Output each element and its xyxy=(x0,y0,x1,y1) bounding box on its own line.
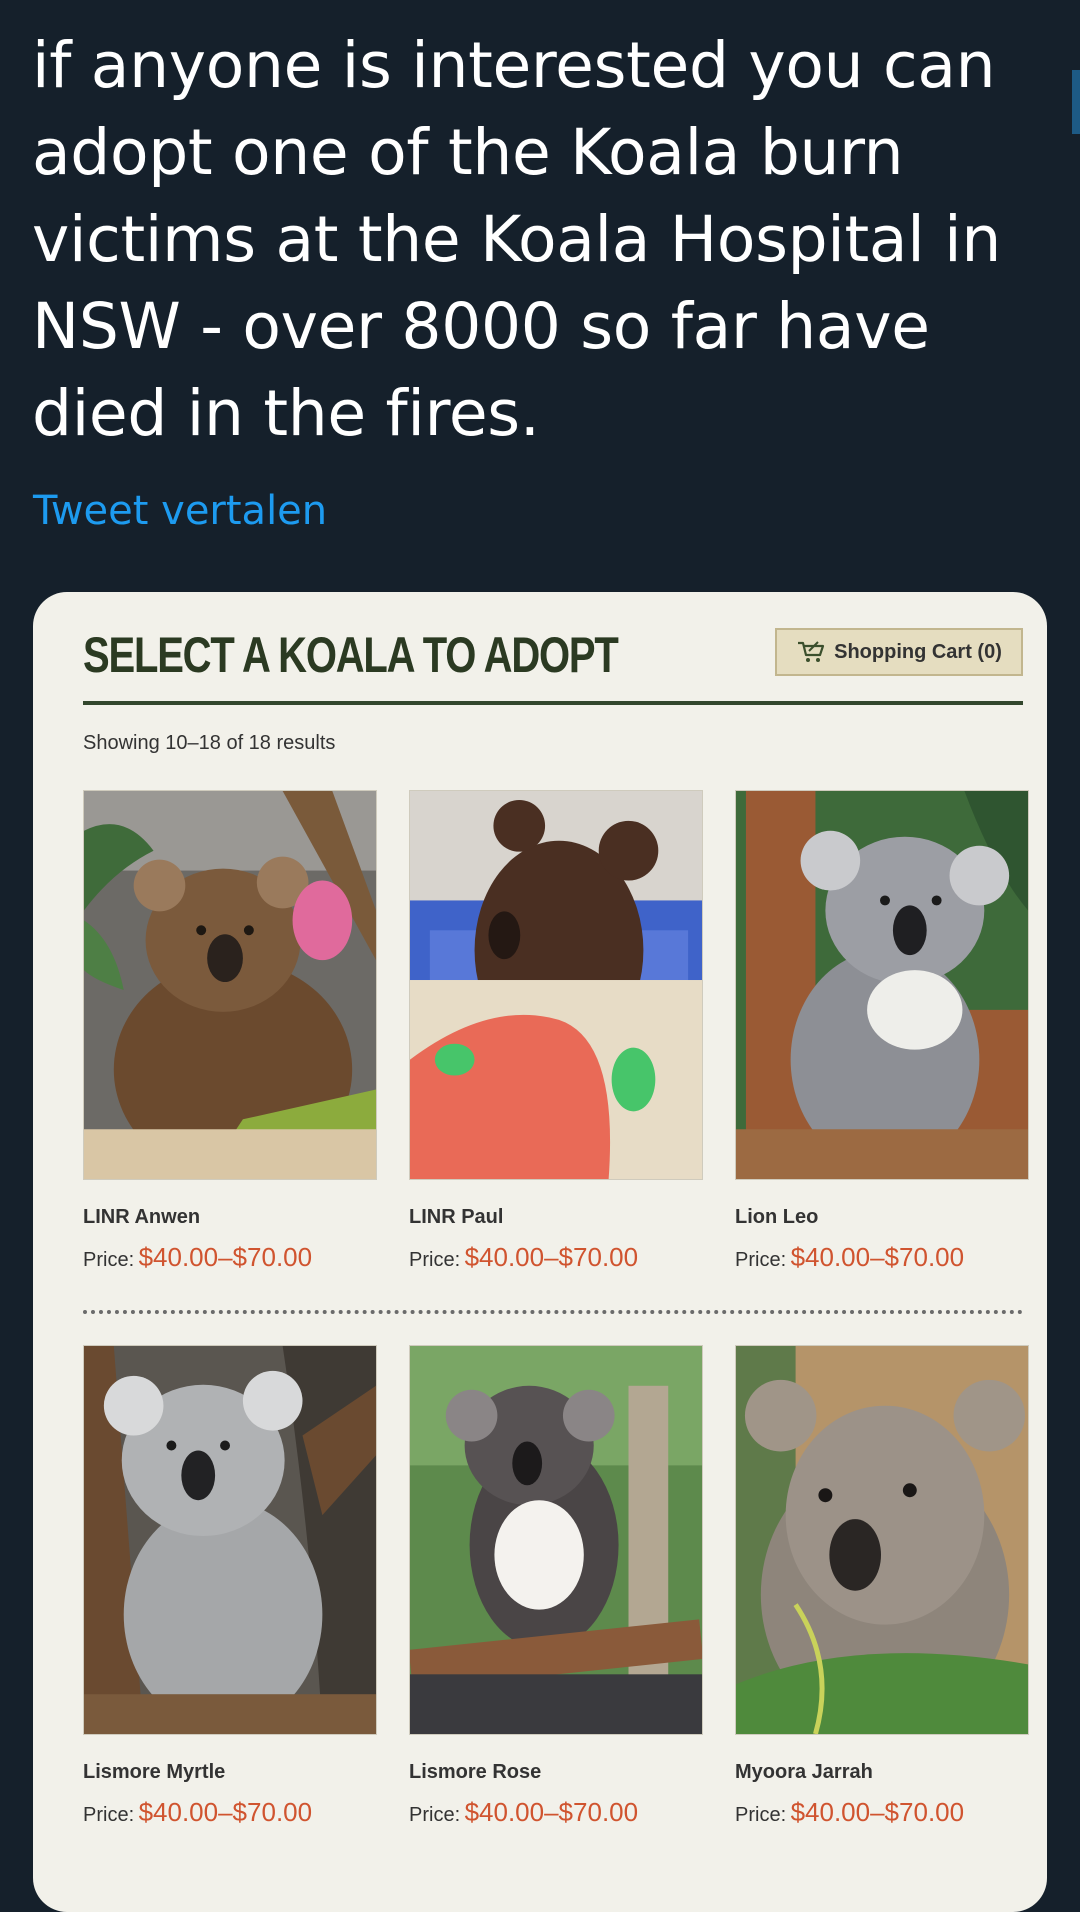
koala-with-leaves-photo[interactable] xyxy=(735,1345,1029,1735)
shopping-cart-icon xyxy=(798,641,825,662)
price-value: $40.00–$70.00 xyxy=(138,1242,313,1272)
product-price: Price: $40.00–$70.00 xyxy=(735,1242,964,1273)
product-name[interactable]: Lion Leo xyxy=(735,1206,818,1229)
price-label: Price: xyxy=(409,1804,461,1826)
koala-on-branch-photo[interactable] xyxy=(83,1345,377,1735)
title-divider xyxy=(83,701,1023,705)
product-price: Price: $40.00–$70.00 xyxy=(735,1797,964,1828)
product-name[interactable]: LINR Anwen xyxy=(83,1206,200,1229)
price-label: Price: xyxy=(83,1249,135,1271)
shopping-cart-button[interactable]: Shopping Cart (0) xyxy=(775,628,1023,676)
koala-burn-patient-photo[interactable] xyxy=(83,790,377,1180)
koala-in-basket-photo[interactable] xyxy=(409,790,703,1180)
price-label: Price: xyxy=(735,1249,787,1271)
koala-in-tree-photo[interactable] xyxy=(735,790,1029,1180)
product-price: Price: $40.00–$70.00 xyxy=(409,1797,638,1828)
price-value: $40.00–$70.00 xyxy=(464,1242,639,1272)
price-label: Price: xyxy=(83,1804,135,1826)
row-divider xyxy=(83,1310,1023,1314)
translate-tweet-link[interactable]: Tweet vertalen xyxy=(33,486,327,536)
product-price: Price: $40.00–$70.00 xyxy=(83,1242,312,1273)
product-name[interactable]: Lismore Myrtle xyxy=(83,1761,225,1784)
product-price: Price: $40.00–$70.00 xyxy=(83,1797,312,1828)
shopping-cart-label: Shopping Cart (0) xyxy=(834,640,1002,663)
product-price: Price: $40.00–$70.00 xyxy=(409,1242,638,1273)
koala-adoption-screenshot: SELECT A KOALA TO ADOPT Shopping Cart (0… xyxy=(33,592,1047,1912)
koala-on-perch-photo[interactable] xyxy=(409,1345,703,1735)
price-label: Price: xyxy=(409,1249,461,1271)
product-name[interactable]: Myoora Jarrah xyxy=(735,1761,873,1784)
price-value: $40.00–$70.00 xyxy=(138,1797,313,1827)
results-count: Showing 10–18 of 18 results xyxy=(83,732,336,754)
price-value: $40.00–$70.00 xyxy=(790,1242,965,1272)
price-value: $40.00–$70.00 xyxy=(790,1797,965,1827)
scroll-indicator[interactable] xyxy=(1072,70,1080,134)
page-title: SELECT A KOALA TO ADOPT xyxy=(83,627,619,683)
price-label: Price: xyxy=(735,1804,787,1826)
price-value: $40.00–$70.00 xyxy=(464,1797,639,1827)
tweet-text: if anyone is interested you can adopt on… xyxy=(32,29,1001,450)
product-name[interactable]: Lismore Rose xyxy=(409,1761,541,1784)
product-name[interactable]: LINR Paul xyxy=(409,1206,503,1229)
